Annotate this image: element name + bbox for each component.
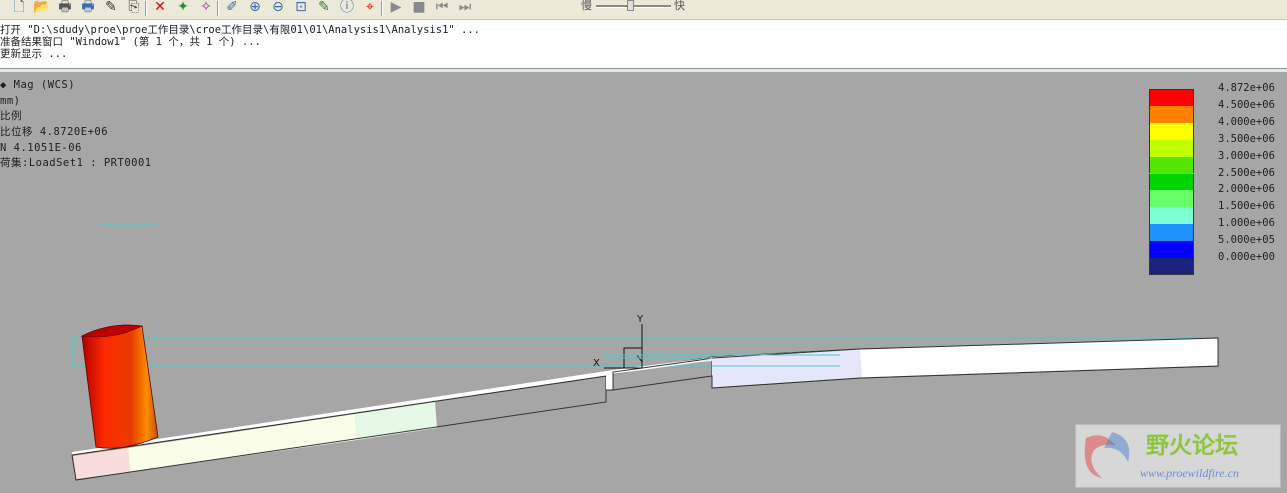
- toolbar-separator: [145, 1, 147, 16]
- hide-result-icon[interactable]: ✧: [197, 0, 215, 16]
- copy-icon[interactable]: ⎘: [125, 0, 143, 16]
- step-forward-icon[interactable]: ⏭: [456, 0, 474, 16]
- toolbar: 🗋 📂 🖶 🖶 ✎ ⎘ ✕ ✦ ✧ ✐ ⊕ ⊖ ⊡ ✎ ⓘ ⌖ ▶ ■ ⏮ ⏭ 慢 快: [0, 0, 1287, 20]
- slow-label: 慢: [581, 0, 592, 12]
- model-view[interactable]: Y X 野火论坛 www.proewildfire.cn: [0, 72, 1287, 493]
- new-icon[interactable]: 🗋: [10, 0, 28, 16]
- message-line-3: 更新显示 ...: [0, 48, 68, 60]
- deformed-cylinder: [81, 324, 159, 449]
- stop-icon[interactable]: ■: [410, 0, 428, 16]
- speed-slider-thumb[interactable]: [626, 0, 634, 11]
- zoom-fit-icon[interactable]: ⊡: [292, 0, 310, 16]
- message-line-1: 打开 "D:\sdudy\proe\proe工作目录\croe工作目录\有限01…: [0, 24, 481, 36]
- zoom-out-icon[interactable]: ⊖: [269, 0, 287, 16]
- step-back-icon[interactable]: ⏮: [433, 0, 451, 16]
- show-result-icon[interactable]: ✦: [174, 0, 192, 16]
- watermark-brand: 野火论坛: [1146, 432, 1238, 459]
- fast-label: 快: [674, 0, 685, 12]
- open-icon[interactable]: 📂: [33, 0, 51, 16]
- toolbar-separator: [217, 1, 219, 16]
- toolbar-separator: [381, 1, 383, 16]
- watermark: 野火论坛 www.proewildfire.cn: [1075, 424, 1281, 488]
- watermark-url: www.proewildfire.cn: [1140, 466, 1239, 480]
- fringe-region-yellow: [128, 414, 357, 472]
- zoom-in-icon[interactable]: ⊕: [246, 0, 264, 16]
- print-icon[interactable]: 🖶: [56, 0, 74, 16]
- delete-icon[interactable]: ✕: [151, 0, 169, 16]
- probe-icon[interactable]: ⌖: [361, 0, 379, 16]
- x-axis-label: X: [593, 358, 600, 369]
- query-icon[interactable]: ✎: [315, 0, 333, 16]
- print-setup-icon[interactable]: 🖶: [79, 0, 97, 16]
- message-line-2: 准备结果窗口 "Window1" (第 1 个，共 1 个) ...: [0, 36, 261, 48]
- edit-view-icon[interactable]: ✐: [223, 0, 241, 16]
- edit-definition-icon[interactable]: ✎: [102, 0, 120, 16]
- message-area: 打开 "D:\sdudy\proe\proe工作目录\croe工作目录\有限01…: [0, 20, 1287, 69]
- y-axis-label: Y: [636, 314, 644, 325]
- info-icon[interactable]: ⓘ: [338, 0, 356, 16]
- play-icon[interactable]: ▶: [387, 0, 405, 16]
